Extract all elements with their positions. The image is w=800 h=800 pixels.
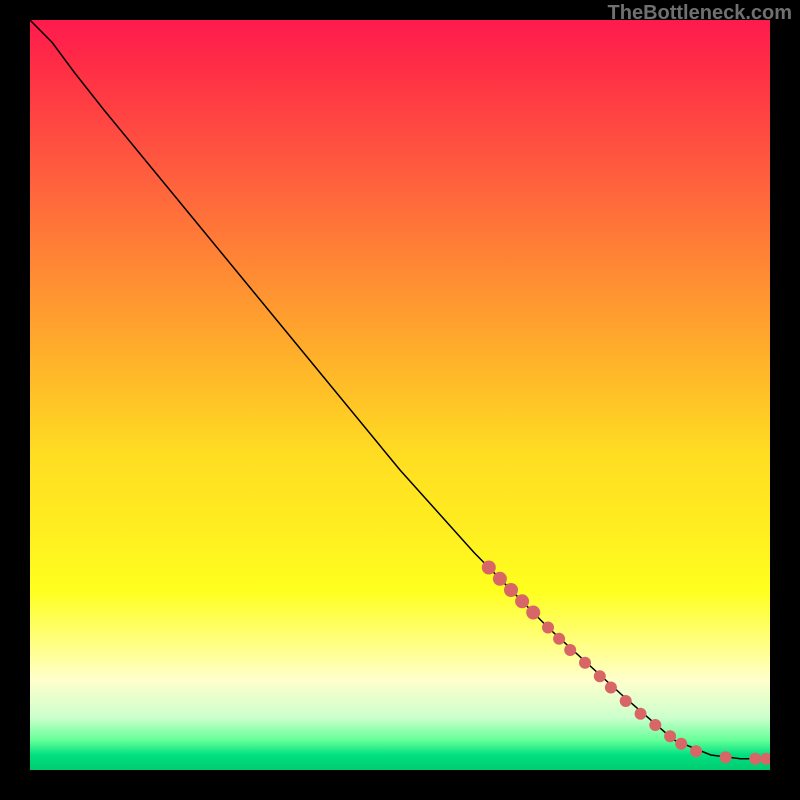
watermark-text: TheBottleneck.com (608, 2, 792, 25)
data-points-group (482, 561, 770, 765)
data-point (579, 657, 591, 669)
data-point (635, 708, 647, 720)
chart-gradient-background (30, 20, 770, 770)
data-point (594, 670, 606, 682)
data-point (690, 745, 702, 757)
data-point (620, 695, 632, 707)
bottleneck-curve (30, 20, 770, 759)
data-point (515, 594, 529, 608)
data-point (664, 730, 676, 742)
data-point (649, 719, 661, 731)
data-point (493, 572, 507, 586)
data-point (720, 751, 732, 763)
data-point (553, 633, 565, 645)
data-point (605, 682, 617, 694)
data-point (675, 738, 687, 750)
data-point (760, 753, 770, 765)
data-point (526, 606, 540, 620)
data-point (504, 583, 518, 597)
data-point (542, 622, 554, 634)
data-point (749, 753, 761, 765)
data-point (482, 561, 496, 575)
data-point (564, 644, 576, 656)
chart-svg (30, 20, 770, 770)
